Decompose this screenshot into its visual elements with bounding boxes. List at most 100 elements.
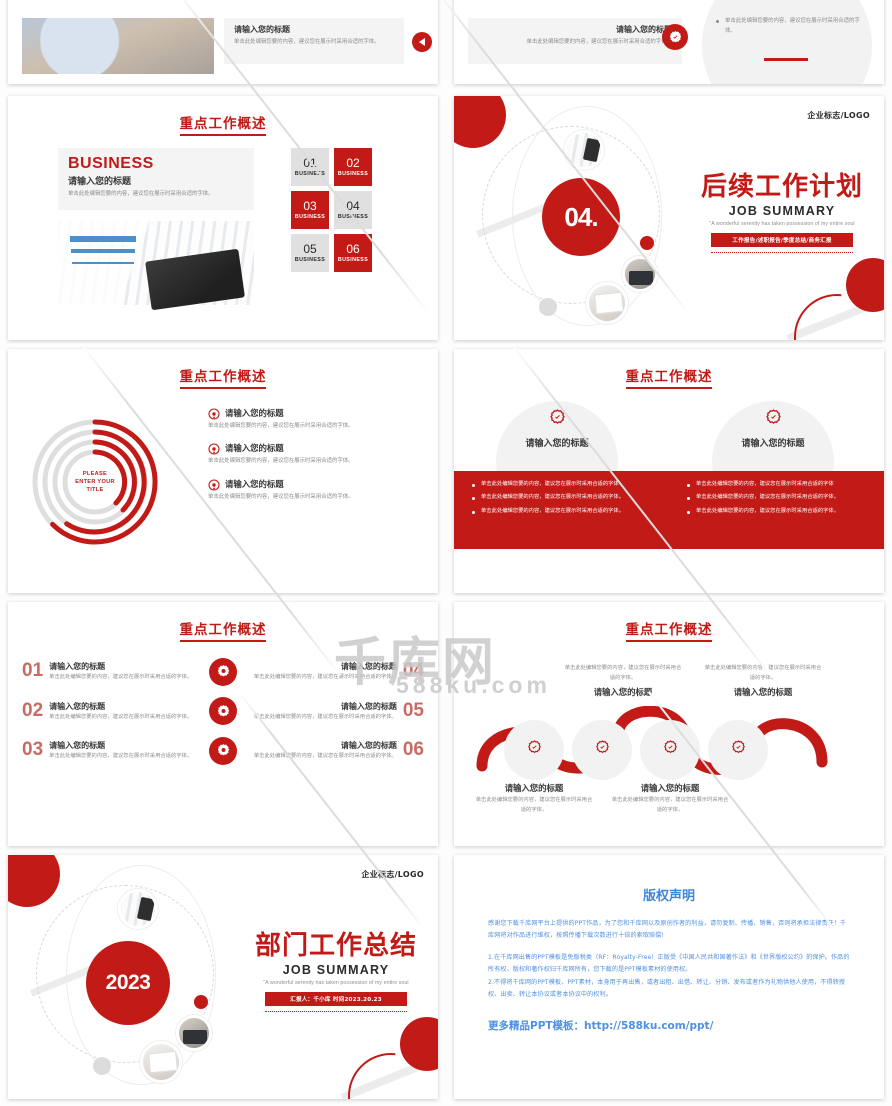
list-item[interactable]: 请输入您的标题 单击此处编辑您要的内容，建议您在展示时采用合适的字体。: [208, 478, 420, 502]
item-body: 单击此处编辑您要的内容，建议您在展示时采用合适的字体。: [49, 674, 193, 680]
photo-person-laptop: [22, 18, 214, 74]
bullet-list: 单击此处编辑您要的内容，建议您在展示时采用合适的字体 单击此处编辑您要的内容，建…: [669, 471, 884, 549]
cover-quote: "A wonderful serenity has taken possessi…: [709, 221, 855, 228]
copyright-block: 版权声明 感谢您下载千库网平台上提供的PPT作品，为了您和千库网以及原创作者的利…: [454, 855, 884, 1099]
business-cell-label: BUSINESS: [294, 170, 326, 177]
item-title: 请输入您的标题: [340, 662, 397, 671]
business-cell-label: BUSINESS: [337, 170, 369, 177]
gear-check-icon: [765, 409, 782, 430]
slide-wave-overview[interactable]: 重点工作概述 单击此处编辑您要的内容，建议您在展示时采用合适的字体。 请输入您的…: [454, 602, 884, 846]
decorative-circle: [702, 0, 872, 84]
numbered-item[interactable]: 06 请输入您的标题 单击此处编辑您要的内容，建议您在展示时采用合适的字体。: [251, 731, 424, 771]
photo-desk: [586, 282, 628, 324]
business-cell-label: BUSINESS: [337, 213, 369, 220]
dotted-divider: [711, 252, 853, 254]
cover-title: 后续工作计划: [700, 172, 863, 202]
gear-check-icon: [662, 24, 688, 50]
card-title: 请输入您的标题: [616, 25, 672, 34]
photo-calculator: [118, 889, 158, 929]
business-cell[interactable]: 02 BUSINESS: [334, 148, 372, 186]
company-logo: 企业标志/LOGO: [807, 111, 870, 120]
play-left-icon[interactable]: [412, 32, 432, 52]
numbered-item[interactable]: 03 请输入您的标题 单击此处编辑您要的内容，建议您在展示时采用合适的字体。: [22, 731, 195, 771]
numbered-item[interactable]: 02 请输入您的标题 单击此处编辑您要的内容，建议您在展示时采用合适的字体。: [22, 692, 195, 732]
wave-label: 单击此处编辑您要的内容，建议您在展示时采用合适的字体。 请输入您的标题: [704, 664, 822, 698]
decorative-circle-red: [8, 855, 60, 907]
cover-year: 2023: [86, 941, 170, 1025]
wave-node[interactable]: [504, 720, 564, 780]
photo-desk: [140, 1041, 182, 1083]
photo-calculator-chart: [58, 221, 254, 305]
list-item: 单击此处编辑您要的内容，建议您在展示时采用合适的字体。: [716, 16, 866, 36]
slide-deck-preview: 请输入您的标题 单击此处编辑您要的内容，建议您在展示时采用合适的字体。 请输入您…: [0, 0, 892, 1106]
copyright-paragraph: 2.不得将千库网的PPT模板、PPT素材，本身用于再出售，或者出租、出借、转让、…: [488, 978, 846, 999]
wave-node[interactable]: [708, 720, 768, 780]
item-body: 单击此处编辑您要的内容，建议您在展示时采用合适的字体。: [208, 458, 354, 465]
section-number: 04.: [542, 178, 620, 256]
column-header: 请输入您的标题: [467, 409, 647, 449]
page-title: 重点工作概述: [8, 96, 438, 136]
item-number: 04: [402, 660, 424, 681]
numbered-item[interactable]: 04 请输入您的标题 单击此处编辑您要的内容，建议您在展示时采用合适的字体。: [251, 652, 424, 692]
title-underline: [626, 387, 712, 389]
business-cell-number: 04: [346, 199, 360, 214]
item-body: 单击此处编辑您要的内容，建议您在展示时采用合适的字体。: [208, 493, 354, 500]
list-item[interactable]: 请输入您的标题 单击此处编辑您要的内容，建议您在展示时采用合适的字体。: [208, 407, 420, 431]
business-cell[interactable]: 06 BUSINESS: [334, 234, 372, 272]
business-cell-label: BUSINESS: [294, 256, 326, 263]
slide-copyright-notice[interactable]: 版权声明 感谢您下载千库网平台上提供的PPT作品，为了您和千库网以及原创作者的利…: [454, 855, 884, 1099]
item-number: 02: [22, 699, 44, 721]
slide-cover-2023[interactable]: 2023 企业标志/LOGO 部门工作总结 JOB SUMMARY "A won…: [8, 855, 438, 1099]
slide-business-overview[interactable]: 重点工作概述 BUSINESS 请输入您的标题 单击此处编辑您要的内容，建议您在…: [8, 96, 438, 340]
gear-check-icon: [663, 740, 678, 760]
page-title: 重点工作概述: [8, 349, 438, 389]
slide-two-column-overview[interactable]: 重点工作概述 请输入您的标题 请输入您的标题 单击此处编辑您要的内容，建议您在展…: [454, 349, 884, 593]
location-pin-icon: [208, 478, 220, 491]
list-item[interactable]: 请输入您的标题 单击此处编辑您要的内容，建议您在展示时采用合适的字体。: [208, 442, 420, 466]
copyright-paragraph: 感谢您下载千库网平台上提供的PPT作品，为了您和千库网以及原创作者的利益，请勿复…: [488, 920, 847, 940]
business-cell-number: 01: [303, 156, 317, 171]
copyright-link[interactable]: 更多精品PPT模板：http://588ku.com/ppt/: [488, 1018, 850, 1033]
bullet-columns: 单击此处编辑您要的内容，建议您在展示时采用合适的字体 单击此处编辑您要的内容，建…: [454, 471, 884, 549]
business-cell-number: 06: [346, 242, 360, 257]
business-cell[interactable]: 05 BUSINESS: [291, 234, 329, 272]
business-cell[interactable]: 01 BUSINESS: [291, 148, 329, 186]
cover-band: 工作报告/述职报告/季度总结/商务汇报: [711, 233, 853, 248]
wave-node[interactable]: [572, 720, 632, 780]
list-item: 单击此处编辑您要的内容，建议您在展示时采用合适的字体。: [472, 507, 653, 516]
cover-quote: "A wonderful serenity has taken possessi…: [263, 980, 409, 987]
business-cell-number: 03: [303, 199, 317, 214]
location-pin-icon: [208, 442, 220, 455]
slide-section-cover-04[interactable]: 04. 企业标志/LOGO 后续工作计划 JOB SUMMARY "A wond…: [454, 96, 884, 340]
gear-check-icon: [595, 740, 610, 760]
cover-subtitle: JOB SUMMARY: [282, 963, 390, 978]
slide-numbered-overview[interactable]: 重点工作概述 01 请输入您的标题 单击此处编辑您要的内容，建议您在展示时采用合…: [8, 602, 438, 846]
item-number: 06: [402, 739, 424, 761]
copyright-title: 版权声明: [642, 889, 695, 904]
photo-meeting: [176, 1015, 212, 1051]
item-body: 单击此处编辑您要的内容，建议您在展示时采用合适的字体。: [49, 713, 193, 720]
business-number-grid: 01 BUSINESS 02 BUSINESS 03 BUSINESS 04 B…: [291, 148, 372, 272]
wave-node[interactable]: [640, 720, 700, 780]
slide-thumbnail-top-right[interactable]: 请输入您的标题 单击此处编辑您要的内容，建议您在展示时采用合适的字体。 单击此处…: [454, 0, 884, 84]
item-title: 请输入您的标题: [49, 662, 106, 671]
slide-thumbnail-top-left[interactable]: 请输入您的标题 单击此处编辑您要的内容，建议您在展示时采用合适的字体。: [8, 0, 438, 84]
decorative-circle-red: [454, 96, 506, 148]
list-item: 单击此处编辑您要的内容，建议您在展示时采用合适的字体: [687, 480, 868, 489]
business-cell[interactable]: 04 BUSINESS: [334, 191, 372, 229]
list-item: 单击此处编辑您要的内容，建议您在展示时采用合适的字体。: [687, 493, 868, 502]
dotted-divider: [265, 1011, 407, 1013]
cover-text-block: 后续工作计划 JOB SUMMARY "A wonderful serenity…: [692, 172, 872, 254]
slide-spiral-overview[interactable]: 重点工作概述 PLEASE ENTER YOUR TITLE 请输入您的标题 单…: [8, 349, 438, 593]
text-card: 请输入您的标题 单击此处编辑您要的内容，建议您在展示时采用合适的字体。: [468, 18, 682, 64]
numbered-item[interactable]: 05 请输入您的标题 单击此处编辑您要的内容，建议您在展示时采用合适的字体。: [251, 692, 424, 732]
item-body: 单击此处编辑您要的内容，建议您在展示时采用合适的字体。: [253, 674, 397, 680]
numbered-item[interactable]: 01 请输入您的标题 单击此处编辑您要的内容，建议您在展示时采用合适的字体。: [22, 652, 195, 692]
spiral-center-line: PLEASE: [82, 470, 108, 477]
page-title: 重点工作概述: [454, 349, 884, 389]
title-underline: [180, 387, 266, 389]
decorative-dot-red: [194, 995, 208, 1009]
spiral-item-list: 请输入您的标题 单击此处编辑您要的内容，建议您在展示时采用合适的字体。 请输入您…: [208, 407, 420, 513]
business-cell[interactable]: 03 BUSINESS: [291, 191, 329, 229]
bullet-list: 单击此处编辑您要的内容，建议您在展示时采用合适的字体 单击此处编辑您要的内容，建…: [454, 471, 669, 549]
